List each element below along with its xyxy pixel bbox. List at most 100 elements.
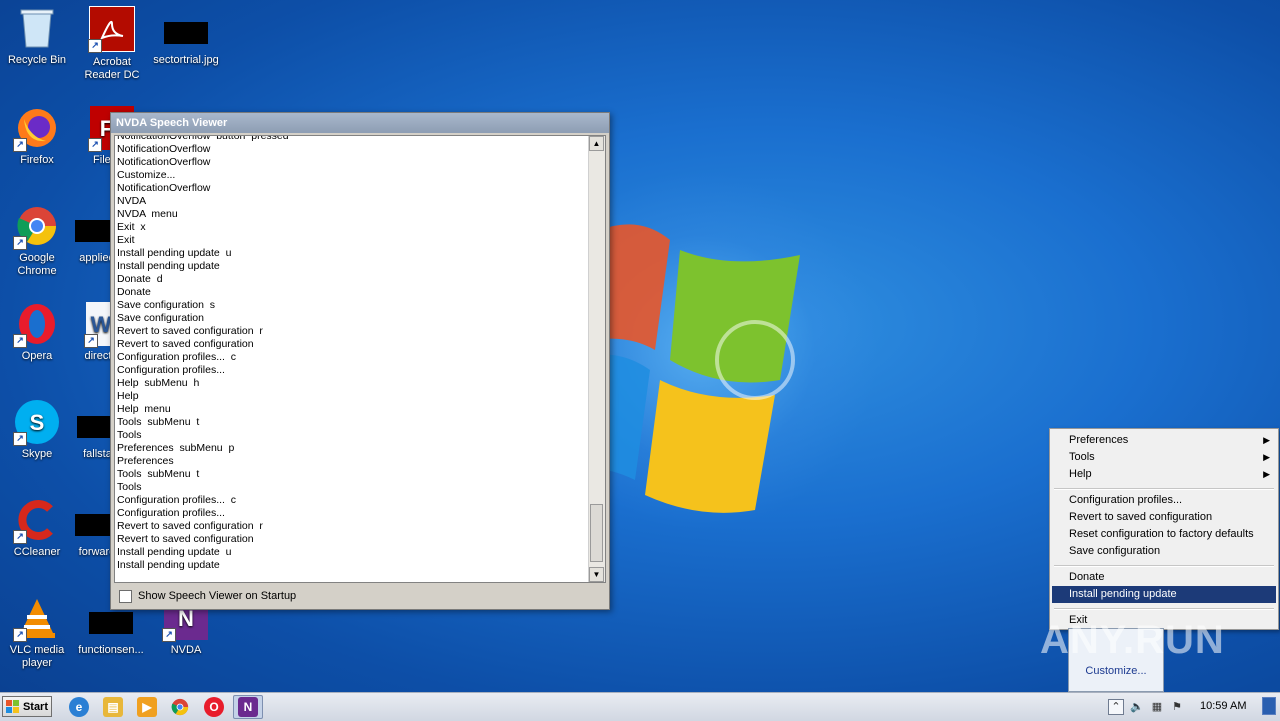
speech-log-line: NotificationOverflow button pressed bbox=[117, 135, 289, 142]
startup-checkbox-label: Show Speech Viewer on Startup bbox=[138, 590, 297, 602]
opera-icon[interactable]: O bbox=[204, 697, 224, 717]
menu-item-tools[interactable]: Tools ▶ bbox=[1052, 449, 1276, 466]
firefox-icon: ↗ bbox=[13, 106, 59, 152]
menu-item-label: Revert to saved configuration bbox=[1069, 511, 1213, 523]
speech-log-line: Install pending update u bbox=[117, 247, 232, 259]
skype-icon: S ↗ bbox=[13, 400, 59, 446]
submenu-arrow-icon: ▶ bbox=[1263, 469, 1270, 479]
speech-log-line: Revert to saved configuration bbox=[117, 533, 254, 545]
menu-item-save-configuration[interactable]: Save configuration bbox=[1052, 543, 1276, 560]
menu-item-label: Donate bbox=[1069, 571, 1105, 583]
menu-item-configuration-profiles[interactable]: Configuration profiles... bbox=[1052, 492, 1276, 509]
scroll-thumb[interactable] bbox=[590, 504, 603, 562]
menu-item-donate[interactable]: Donate bbox=[1052, 569, 1276, 586]
speech-log-line: Install pending update bbox=[117, 260, 220, 272]
desktop-icon-label: Recycle Bin bbox=[7, 54, 67, 66]
nvda-context-menu: Preferences ▶ Tools ▶ Help ▶ Configuration … bbox=[1049, 428, 1279, 630]
desktop-icon-label: Firefox bbox=[20, 154, 54, 166]
desktop-icon-sectortrial[interactable]: sectortrial.jpg bbox=[149, 6, 223, 67]
speech-log-line: Save configuration s bbox=[117, 299, 216, 311]
ccleaner-icon: ↗ bbox=[13, 498, 59, 544]
desktop-icon-label: sectortrial.jpg bbox=[153, 54, 219, 66]
show-desktop-button[interactable] bbox=[1262, 697, 1276, 715]
startup-checkbox-row[interactable]: Show Speech Viewer on Startup bbox=[119, 589, 296, 603]
start-button[interactable]: Start bbox=[2, 696, 52, 717]
scroll-up-arrow-icon[interactable]: ▲ bbox=[589, 136, 604, 151]
menu-item-preferences[interactable]: Preferences ▶ bbox=[1052, 432, 1276, 449]
speech-log-line: NotificationOverflow bbox=[117, 143, 211, 155]
speech-viewer-title[interactable]: NVDA Speech Viewer bbox=[111, 113, 609, 133]
speech-log-line: Configuration profiles... bbox=[117, 507, 225, 519]
desktop-icon-acrobat[interactable]: ↗ Acrobat Reader DC bbox=[75, 6, 149, 82]
desktop-icon-firefox[interactable]: ↗ Firefox bbox=[0, 106, 74, 167]
desktop-icon-label: Opera bbox=[21, 350, 53, 362]
menu-item-install-pending-update[interactable]: Install pending update bbox=[1052, 586, 1276, 603]
speech-log-line: Preferences subMenu p bbox=[117, 442, 235, 454]
speech-log-line: Configuration profiles... bbox=[117, 364, 225, 376]
windows-flag-icon bbox=[6, 700, 19, 713]
nvda-icon[interactable]: N bbox=[238, 697, 258, 717]
media-player-icon[interactable]: ▶ bbox=[137, 697, 157, 717]
acrobat-icon: ↗ bbox=[88, 6, 135, 53]
ie-icon[interactable]: e bbox=[69, 697, 89, 717]
speech-log-line: Help bbox=[117, 390, 139, 402]
shortcut-arrow-icon: ↗ bbox=[13, 334, 27, 348]
speech-log-lines: NotificationOverflow button pressed Notif… bbox=[117, 135, 587, 572]
speech-log-line: NVDA bbox=[117, 195, 147, 207]
speech-log-line: NotificationOverflow bbox=[117, 156, 211, 168]
menu-item-label: Help bbox=[1069, 468, 1092, 480]
speech-log-line: Preferences bbox=[117, 455, 174, 467]
startup-checkbox[interactable] bbox=[119, 589, 132, 603]
speech-log-line: NVDA menu bbox=[117, 208, 178, 220]
desktop-icon-label: VLC media player bbox=[9, 644, 65, 669]
chrome-icon[interactable] bbox=[170, 697, 190, 717]
taskbar-clock[interactable]: 10:59 AM bbox=[1200, 700, 1246, 712]
shortcut-arrow-icon: ↗ bbox=[13, 236, 27, 250]
desktop-icon-recycle-bin[interactable]: Recycle Bin bbox=[0, 6, 74, 67]
speech-viewer-window: NVDA Speech Viewer NotificationOverflow … bbox=[110, 112, 610, 610]
speech-log-scrollbar[interactable]: ▲ ▼ bbox=[588, 136, 605, 582]
volume-icon[interactable]: 🔈 bbox=[1130, 700, 1144, 714]
speech-log-line: NotificationOverflow bbox=[117, 182, 211, 194]
shortcut-arrow-icon: ↗ bbox=[13, 628, 27, 642]
speech-log-line: Revert to saved configuration bbox=[117, 338, 254, 350]
speech-log-line: Configuration profiles... c bbox=[117, 494, 237, 506]
menu-separator bbox=[1054, 488, 1274, 490]
menu-item-label: Install pending update bbox=[1069, 588, 1177, 600]
shortcut-arrow-icon: ↗ bbox=[162, 628, 176, 642]
speech-log-line: Exit x bbox=[117, 221, 146, 233]
speech-log-line: Tools subMenu t bbox=[117, 416, 200, 428]
shortcut-arrow-icon: ↗ bbox=[13, 138, 27, 152]
desktop-icon-opera[interactable]: ↗ Opera bbox=[0, 302, 74, 363]
speech-log[interactable]: NotificationOverflow button pressed Notif… bbox=[114, 135, 606, 583]
speech-log-line: Tools bbox=[117, 481, 142, 493]
shortcut-arrow-icon: ↗ bbox=[88, 39, 102, 53]
speech-log-line: Configuration profiles... c bbox=[117, 351, 237, 363]
vlc-icon: ↗ bbox=[13, 596, 59, 642]
speech-log-line: Help menu bbox=[117, 403, 171, 415]
menu-item-help[interactable]: Help ▶ bbox=[1052, 466, 1276, 483]
recycle-bin-icon bbox=[15, 6, 59, 50]
menu-separator bbox=[1054, 608, 1274, 610]
speech-log-line: Help subMenu h bbox=[117, 377, 200, 389]
speech-log-line: Install pending update u bbox=[117, 546, 232, 558]
opera-icon: ↗ bbox=[13, 302, 59, 348]
desktop-icon-vlc[interactable]: ↗ VLC media player bbox=[0, 596, 74, 670]
start-label: Start bbox=[22, 701, 48, 713]
menu-item-reset-configuration[interactable]: Reset configuration to factory defaults bbox=[1052, 526, 1276, 543]
explorer-icon[interactable]: ▤ bbox=[103, 697, 123, 717]
network-icon[interactable]: ▦ bbox=[1150, 700, 1164, 714]
shortcut-arrow-icon: ↗ bbox=[13, 432, 27, 446]
menu-item-label: Reset configuration to factory defaults bbox=[1069, 528, 1254, 540]
speech-log-line: Tools bbox=[117, 429, 142, 441]
taskbar: Start e ▤ ▶ O N ⌃ 🔈 ▦ ⚑ 10:59 AM bbox=[0, 692, 1280, 721]
show-hidden-icons-chevron-icon[interactable]: ⌃ bbox=[1108, 699, 1124, 715]
submenu-arrow-icon: ▶ bbox=[1263, 435, 1270, 445]
action-center-flag-icon[interactable]: ⚑ bbox=[1170, 700, 1184, 714]
speech-log-line: Exit bbox=[117, 234, 135, 246]
desktop-icon-label: NVDA bbox=[170, 644, 202, 656]
shortcut-arrow-icon: ↗ bbox=[84, 334, 98, 348]
scroll-down-arrow-icon[interactable]: ▼ bbox=[589, 567, 604, 582]
shortcut-arrow-icon: ↗ bbox=[13, 530, 27, 544]
menu-item-revert-configuration[interactable]: Revert to saved configuration bbox=[1052, 509, 1276, 526]
